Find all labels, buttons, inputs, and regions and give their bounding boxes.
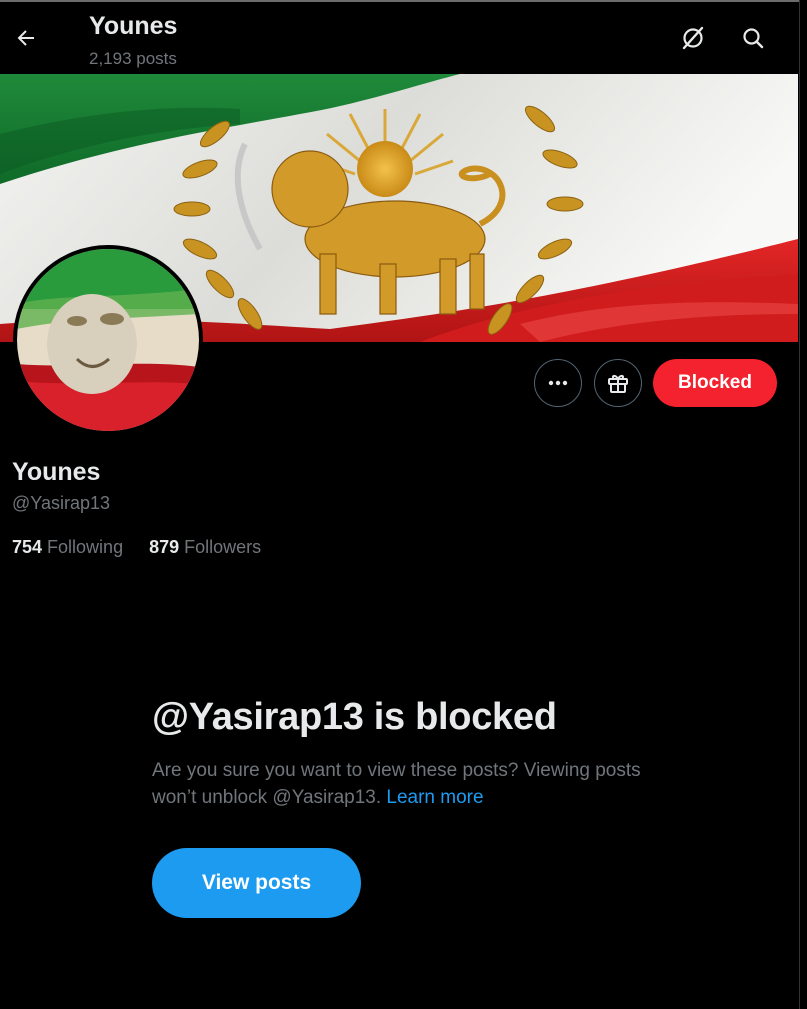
followers-link[interactable]: 879 Followers — [149, 537, 261, 558]
posts-count: 2,193 posts — [89, 49, 177, 68]
following-link[interactable]: 754 Following — [12, 537, 123, 558]
avatar[interactable] — [13, 245, 203, 435]
display-name: Younes — [12, 458, 101, 486]
user-handle: @Yasirap13 — [12, 493, 110, 513]
blocked-notice-description: Are you sure you want to view these post… — [152, 757, 652, 811]
back-button[interactable] — [6, 18, 46, 58]
gift-icon — [608, 375, 628, 393]
lion-flag-avatar — [17, 249, 199, 431]
following-label: Following — [47, 537, 124, 557]
header-title: Younes — [89, 12, 178, 40]
grok-icon — [682, 26, 704, 50]
scrollbar-track[interactable] — [799, 0, 807, 1009]
followers-count: 879 — [149, 537, 180, 557]
more-button[interactable] — [534, 359, 582, 407]
grok-button[interactable] — [673, 18, 713, 58]
learn-more-link[interactable]: Learn more — [386, 787, 483, 808]
more-icon — [548, 380, 568, 386]
blocked-notice-title: @Yasirap13 is blocked — [152, 696, 557, 738]
blocked-button[interactable]: Blocked — [653, 359, 777, 407]
profile-header: Younes 2,193 posts — [0, 2, 798, 74]
gift-button[interactable] — [594, 359, 642, 407]
view-posts-button[interactable]: View posts — [152, 848, 361, 918]
followers-label: Followers — [184, 537, 262, 557]
following-count: 754 — [12, 537, 43, 557]
search-icon — [743, 28, 764, 49]
arrow-left-icon — [17, 30, 34, 46]
search-button[interactable] — [733, 18, 773, 58]
follow-stats: 754 Following 879 Followers — [12, 537, 261, 558]
